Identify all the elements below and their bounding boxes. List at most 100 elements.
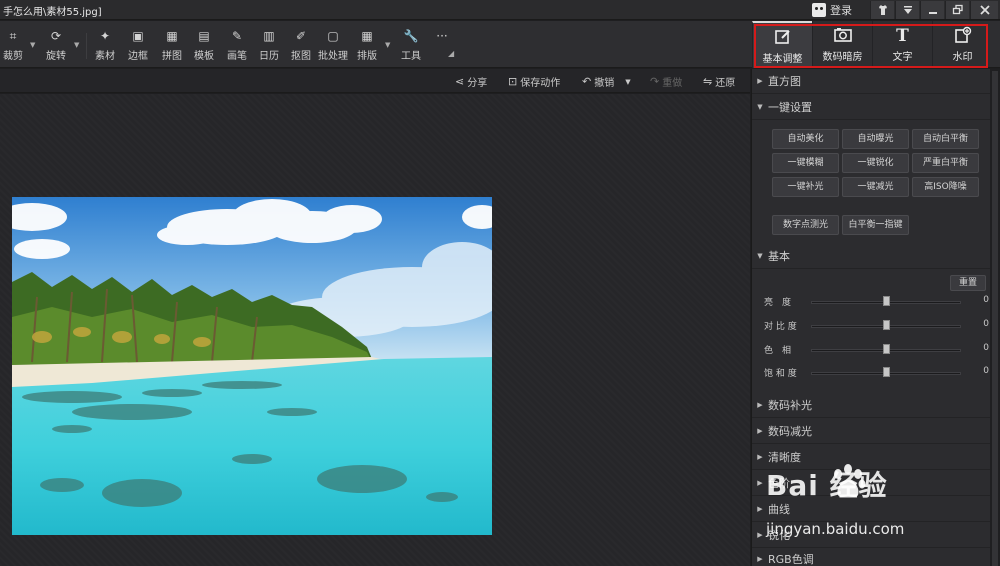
brightness-knob[interactable] — [883, 296, 890, 306]
crop-dropdown-caret[interactable]: ▼ — [30, 41, 36, 49]
image-canvas[interactable] — [0, 94, 750, 566]
restore-button[interactable]: ⇋ 还原 — [703, 74, 735, 89]
user-face-icon — [812, 3, 826, 17]
close-button[interactable] — [970, 1, 998, 19]
white-balance-pick-button[interactable]: 白平衡一指键 — [842, 215, 909, 235]
collage-tool[interactable]: ▦ 拼图 — [155, 29, 189, 63]
baidu-watermark: Bai 经验 jingyan.baidu.com — [760, 456, 995, 546]
shirt-icon — [878, 5, 887, 15]
spot-metering-button[interactable]: 数字点测光 — [772, 215, 839, 235]
undo-button[interactable]: ↶ 撤销 ▼ — [582, 74, 631, 89]
layout-tool[interactable]: ▦ 排版 — [350, 29, 384, 63]
save-action-icon: ⊡ — [508, 75, 518, 88]
saturation-label: 饱 和 度 — [764, 369, 797, 379]
section-basic[interactable]: ▼ 基本 — [752, 244, 991, 269]
tab-text[interactable]: T 文字 — [872, 21, 932, 68]
oneclick-blur-button[interactable]: 一键模糊 — [772, 153, 839, 173]
saturation-slider-row: 饱 和 度 0 — [764, 366, 989, 380]
crop-tool[interactable]: ⌗ 裁剪 — [0, 29, 30, 63]
brightness-label: 亮 度 — [764, 298, 792, 308]
contrast-knob[interactable] — [883, 320, 890, 330]
contrast-label: 对 比 度 — [764, 322, 797, 332]
toolbar-divider — [86, 33, 87, 59]
hue-value: 0 — [983, 343, 989, 353]
calendar-tool[interactable]: ▥ 日历 — [252, 29, 286, 63]
tab-digital-darkroom[interactable]: 数码暗房 — [812, 21, 872, 68]
collapsed-arrow-icon: ▶ — [757, 401, 763, 409]
section-oneclick[interactable]: ▼ 一键设置 — [752, 95, 991, 120]
watermark-icon — [933, 26, 992, 46]
rotate-dropdown-caret[interactable]: ▼ — [74, 41, 80, 49]
expanded-arrow-icon: ▼ — [757, 103, 763, 111]
save-action-button[interactable]: ⊡ 保存动作 — [508, 74, 560, 89]
menu-button[interactable] — [895, 1, 919, 19]
watermark-url: jingyan.baidu.com — [766, 520, 905, 538]
oneclick-reduce-light-button[interactable]: 一键减光 — [842, 177, 909, 197]
collapsed-arrow-icon: ▶ — [757, 427, 763, 435]
auto-exposure-button[interactable]: 自动曝光 — [842, 129, 909, 149]
redo-button[interactable]: ↷ 重做 — [650, 74, 682, 89]
brush-icon: ✎ — [231, 29, 243, 43]
expanded-arrow-icon: ▼ — [757, 252, 763, 260]
adjust-tabs: 基本调整 数码暗房 T 文字 水印 — [752, 21, 992, 68]
paw-logo-icon — [834, 464, 866, 498]
contrast-value: 0 — [983, 319, 989, 329]
share-icon: ⋖ — [455, 75, 465, 88]
saturation-knob[interactable] — [883, 367, 890, 377]
wrench-icon: 🔧 — [403, 29, 419, 43]
undo-dropdown-caret[interactable]: ▼ — [625, 78, 630, 86]
layout-dropdown-caret[interactable]: ▼ — [385, 41, 391, 49]
brush-tool[interactable]: ✎ 画笔 — [220, 29, 254, 63]
section-rgb-tone[interactable]: ▶ RGB色调 — [752, 547, 991, 566]
title-bar: 手怎么用\素材55.jpg] 登录 — [0, 0, 1000, 20]
strong-white-balance-button[interactable]: 严重白平衡 — [912, 153, 979, 173]
redo-icon: ↷ — [650, 75, 660, 88]
restore-window-icon — [952, 4, 963, 15]
expand-corner-icon[interactable]: ◢ — [448, 49, 454, 58]
login-label: 登录 — [830, 4, 852, 17]
minimize-button[interactable] — [920, 1, 944, 19]
saturation-value: 0 — [983, 366, 989, 376]
action-bar: ⋖ 分享 ⊡ 保存动作 ↶ 撤销 ▼ ↷ 重做 ⇋ 还原 — [0, 69, 750, 93]
section-digital-fill-light[interactable]: ▶ 数码补光 — [752, 393, 991, 418]
batch-icon: ▢ — [327, 29, 339, 43]
reset-button[interactable]: 重置 — [950, 275, 986, 291]
edit-icon — [753, 28, 812, 48]
frame-tool[interactable]: ▣ 边框 — [121, 29, 155, 63]
pin-icon: ✐ — [295, 29, 307, 43]
hue-knob[interactable] — [883, 344, 890, 354]
more-icon: ··· — [436, 29, 448, 43]
text-icon: T — [896, 26, 909, 46]
crop-icon: ⌗ — [9, 29, 17, 43]
rotate-tool[interactable]: ⟳ 旋转 — [39, 29, 73, 63]
main-toolbar: ⌗ 裁剪 ▼ ⟳ 旋转 ▼ ✦ 素材 ▣ 边框 ▦ 拼图 ▤ 模板 ✎ 画笔 ▥… — [0, 21, 1000, 68]
batch-tool[interactable]: ▢ 批处理 — [316, 29, 350, 63]
share-button[interactable]: ⋖ 分享 — [455, 74, 487, 89]
login-button[interactable]: 登录 — [812, 2, 852, 18]
tab-basic-adjust[interactable]: 基本调整 — [752, 21, 812, 68]
material-tool[interactable]: ✦ 素材 — [88, 29, 122, 63]
section-digital-reduce-light[interactable]: ▶ 数码减光 — [752, 419, 991, 444]
oneclick-fill-light-button[interactable]: 一键补光 — [772, 177, 839, 197]
high-iso-denoise-button[interactable]: 高ISO降噪 — [912, 177, 979, 197]
auto-beautify-button[interactable]: 自动美化 — [772, 129, 839, 149]
beach-photo[interactable] — [12, 197, 492, 535]
watermark-brand: Bai 经验 — [766, 469, 888, 502]
section-histogram[interactable]: ▶ 直方图 — [752, 69, 991, 94]
undo-icon: ↶ — [582, 75, 592, 88]
collapsed-arrow-icon: ▶ — [757, 77, 763, 85]
hue-slider-row: 色 相 0 — [764, 343, 989, 357]
tools-tool[interactable]: 🔧 工具 — [394, 29, 428, 63]
brightness-slider-row: 亮 度 0 — [764, 295, 989, 309]
auto-white-balance-button[interactable]: 自动白平衡 — [912, 129, 979, 149]
restore-icon: ⇋ — [703, 75, 713, 88]
rotate-icon: ⟳ — [50, 29, 62, 43]
template-tool[interactable]: ▤ 模板 — [187, 29, 221, 63]
cutout-tool[interactable]: ✐ 抠图 — [284, 29, 318, 63]
restore-window-button[interactable] — [945, 1, 969, 19]
skin-button[interactable] — [870, 1, 894, 19]
template-icon: ▤ — [198, 29, 210, 43]
oneclick-sharpen-button[interactable]: 一键锐化 — [842, 153, 909, 173]
tab-watermark[interactable]: 水印 — [932, 21, 992, 68]
brightness-value: 0 — [983, 295, 989, 305]
